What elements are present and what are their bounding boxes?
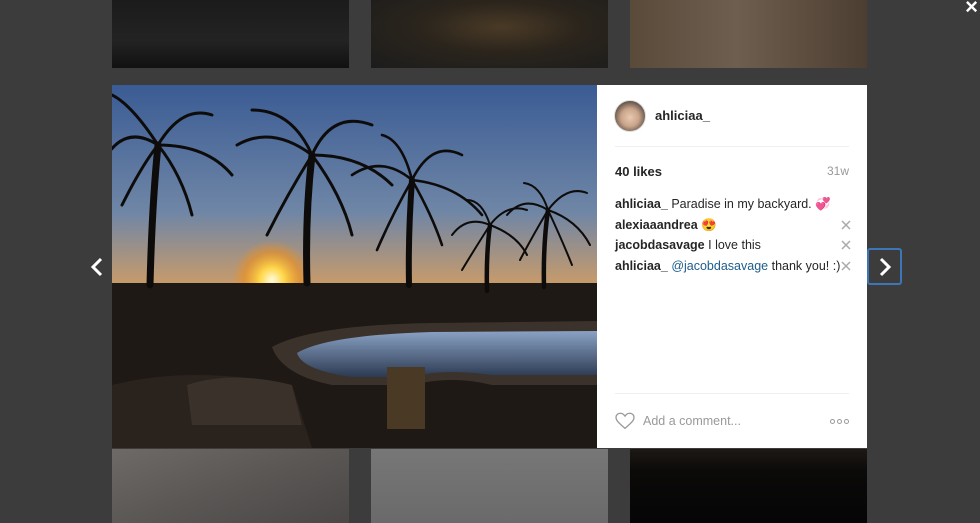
next-post-button[interactable] bbox=[867, 248, 902, 285]
add-comment-input[interactable]: Add a comment... bbox=[643, 414, 830, 428]
grid-thumbnail[interactable] bbox=[112, 0, 349, 68]
post-modal: ahliciaa_ 40 likes 31w ahliciaa_ Paradis… bbox=[112, 85, 867, 448]
chevron-right-icon bbox=[879, 257, 891, 276]
comment-username[interactable]: ahliciaa_ bbox=[615, 259, 668, 273]
chevron-left-icon bbox=[90, 257, 103, 277]
grid-thumbnail[interactable] bbox=[371, 0, 608, 68]
comment-item: alexiaaandrea 😍 bbox=[615, 215, 851, 236]
sunset-palm-photo bbox=[112, 85, 597, 448]
more-options-icon[interactable] bbox=[830, 418, 849, 424]
delete-comment-icon[interactable] bbox=[841, 240, 851, 250]
grid-thumbnail[interactable] bbox=[371, 449, 608, 523]
heart-icon[interactable] bbox=[615, 412, 635, 430]
post-meta: 40 likes 31w bbox=[615, 164, 849, 179]
dot bbox=[837, 418, 842, 424]
comment-footer: Add a comment... bbox=[615, 393, 849, 448]
comment-username[interactable]: jacobdasavage bbox=[615, 238, 705, 252]
caption: ahliciaa_ Paradise in my backyard. 💞 bbox=[615, 194, 849, 215]
post-author-username[interactable]: ahliciaa_ bbox=[655, 108, 710, 123]
delete-comment-icon[interactable] bbox=[841, 219, 851, 230]
post-header: ahliciaa_ bbox=[614, 85, 849, 147]
post-photo bbox=[112, 85, 597, 448]
comment-mention[interactable]: @jacobdasavage bbox=[671, 259, 768, 273]
avatar[interactable] bbox=[614, 99, 646, 132]
comment-list: ahliciaa_ Paradise in my backyard. 💞 ale… bbox=[615, 194, 851, 277]
previous-post-button[interactable] bbox=[81, 251, 113, 283]
delete-comment-icon[interactable] bbox=[841, 260, 851, 271]
comment-text: Paradise in my backyard. 💞 bbox=[671, 197, 831, 211]
comment-item: ahliciaa_ @jacobdasavage thank you! :) bbox=[615, 256, 851, 277]
page: { "post": { "username": "ahliciaa_", "li… bbox=[0, 0, 980, 523]
comment-username[interactable]: ahliciaa_ bbox=[615, 197, 668, 211]
comment-text: thank you! :) bbox=[771, 258, 841, 273]
likes-count[interactable]: 40 likes bbox=[615, 164, 662, 179]
close-button[interactable]: × bbox=[965, 0, 978, 18]
grid-thumbnail[interactable] bbox=[112, 449, 349, 523]
grid-thumbnail[interactable] bbox=[630, 0, 867, 68]
comment-text: I love this bbox=[708, 238, 761, 252]
grid-thumbnail[interactable] bbox=[630, 449, 867, 523]
comment-username[interactable]: alexiaaandrea bbox=[615, 218, 698, 232]
dot bbox=[830, 418, 835, 424]
post-sidebar: ahliciaa_ 40 likes 31w ahliciaa_ Paradis… bbox=[597, 85, 867, 448]
comment-text: 😍 bbox=[701, 217, 717, 232]
dot bbox=[844, 418, 849, 424]
comment-item: jacobdasavage I love this bbox=[615, 235, 851, 256]
post-age[interactable]: 31w bbox=[827, 164, 849, 179]
